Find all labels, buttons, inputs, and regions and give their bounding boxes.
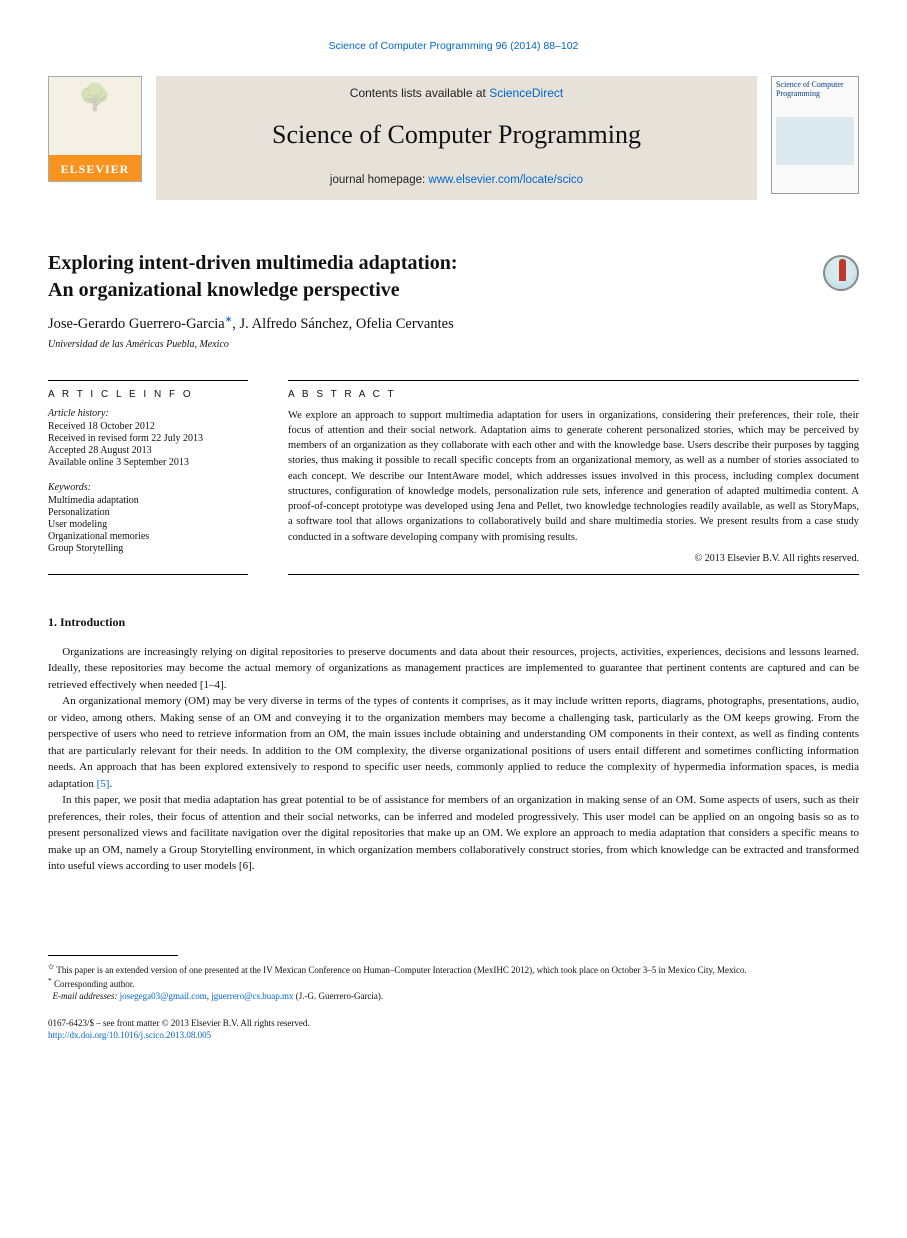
history-online: Available online 3 September 2013 <box>48 457 248 468</box>
abstract-text: We explore an approach to support multim… <box>288 408 859 545</box>
contents-prefix: Contents lists available at <box>350 86 489 100</box>
article-title: Exploring intent-driven multimedia adapt… <box>48 250 457 304</box>
history-received: Received 18 October 2012 <box>48 421 248 432</box>
sciencedirect-link[interactable]: ScienceDirect <box>489 86 563 100</box>
cover-thumb-art <box>776 117 854 165</box>
abstract-heading: A B S T R A C T <box>288 389 859 400</box>
intro-para-2: An organizational memory (OM) may be ver… <box>48 693 859 792</box>
keyword-5: Group Storytelling <box>48 543 248 554</box>
author-list: Jose-Gerardo Guerrero-Garcia∗, J. Alfred… <box>48 314 859 333</box>
email-label: E-mail addresses: <box>53 991 118 1001</box>
email-suffix: (J.-G. Guerrero-Garcia). <box>293 991 383 1001</box>
elsevier-logo[interactable]: 🌳 ELSEVIER <box>48 76 142 182</box>
citation-link[interactable]: Science of Computer Programming 96 (2014… <box>329 40 579 52</box>
contents-available-line: Contents lists available at ScienceDirec… <box>156 86 757 100</box>
intro-para-3: In this paper, we posit that media adapt… <box>48 792 859 875</box>
header-center-panel: Contents lists available at ScienceDirec… <box>156 76 757 200</box>
ref-5-link[interactable]: [5] <box>97 778 110 790</box>
footer-front-matter-post: © 2013 Elsevier B.V. All rights reserved… <box>162 1018 310 1028</box>
footnote-corresponding: * Corresponding author. E-mail addresses… <box>48 976 859 1002</box>
keywords-label: Keywords: <box>48 482 248 493</box>
article-history-label: Article history: <box>48 408 248 419</box>
keyword-4: Organizational memories <box>48 531 248 542</box>
homepage-line: journal homepage: www.elsevier.com/locat… <box>156 174 757 186</box>
article-info-column: A R T I C L E I N F O Article history: R… <box>48 380 248 575</box>
footnote-star-text: This paper is an extended version of one… <box>56 965 746 975</box>
abstract-copyright: © 2013 Elsevier B.V. All rights reserved… <box>288 553 859 564</box>
history-accepted: Accepted 28 August 2013 <box>48 445 248 456</box>
journal-cover-thumb[interactable]: Science of Computer Programming <box>771 76 859 194</box>
intro-para-3-text: In this paper, we posit that media adapt… <box>48 794 859 872</box>
intro-para-1-text: Organizations are increasingly relying o… <box>48 646 859 691</box>
footnote-star: ✩ This paper is an extended version of o… <box>48 962 859 976</box>
keyword-2: Personalization <box>48 507 248 518</box>
top-citation: Science of Computer Programming 96 (2014… <box>48 40 859 52</box>
footnote-star-marker-icon: ✩ <box>48 962 54 971</box>
footnote-corr-label: Corresponding author. <box>54 979 135 989</box>
section-1-heading: 1. Introduction <box>48 615 859 630</box>
footnote-corr-marker-icon: * <box>48 976 52 985</box>
section-1-number: 1. <box>48 615 57 629</box>
affiliation: Universidad de las Américas Puebla, Mexi… <box>48 339 859 350</box>
homepage-prefix: journal homepage: <box>330 174 428 186</box>
email-2-link[interactable]: jguerrero@cs.buap.mx <box>211 991 293 1001</box>
footer: 0167-6423/$ – see front matter © 2013 El… <box>48 1018 859 1041</box>
keyword-3: User modeling <box>48 519 248 530</box>
abstract-column: A B S T R A C T We explore an approach t… <box>288 380 859 575</box>
author-others: , J. Alfredo Sánchez, Ofelia Cervantes <box>232 316 453 332</box>
section-1-title: Introduction <box>60 615 125 629</box>
footnote-rule <box>48 955 178 956</box>
article-info-heading: A R T I C L E I N F O <box>48 389 248 400</box>
homepage-url-link[interactable]: www.elsevier.com/locate/scico <box>428 174 583 186</box>
intro-para-1: Organizations are increasingly relying o… <box>48 644 859 694</box>
elsevier-wordmark: ELSEVIER <box>49 162 141 177</box>
elsevier-tree-icon: 🌳 <box>49 85 141 111</box>
journal-header: 🌳 ELSEVIER Contents lists available at S… <box>48 76 859 200</box>
history-revised: Received in revised form 22 July 2013 <box>48 433 248 444</box>
journal-name: Science of Computer Programming <box>156 120 757 150</box>
doi-link[interactable]: http://dx.doi.org/10.1016/j.scico.2013.0… <box>48 1030 211 1040</box>
keyword-1: Multimedia adaptation <box>48 495 248 506</box>
author-corresponding: Jose-Gerardo Guerrero-Garcia <box>48 316 225 332</box>
cover-thumb-title: Science of Computer Programming <box>776 81 854 99</box>
crossmark-icon[interactable] <box>823 255 859 291</box>
footer-front-matter-pre: 0167-6423/$ – see front matter <box>48 1018 162 1028</box>
email-1-link[interactable]: josegega03@gmail.com <box>120 991 207 1001</box>
